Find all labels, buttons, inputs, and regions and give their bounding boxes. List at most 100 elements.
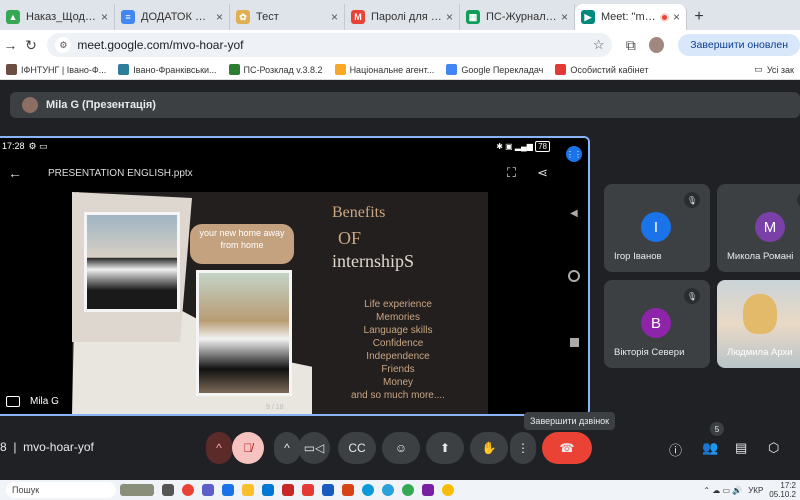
app-icon[interactable] xyxy=(302,484,314,496)
bookmark-item[interactable]: Google Перекладач xyxy=(446,64,543,75)
edge-icon[interactable] xyxy=(362,484,374,496)
task-view-icon[interactable] xyxy=(162,484,174,496)
ppt-filename: PRESENTATION ENGLISH.pptx xyxy=(48,167,193,179)
signal-battery-icon: ✱ ▣ ▂▄▆ 78 xyxy=(496,140,550,152)
present-button[interactable]: ⬆ xyxy=(426,432,464,464)
new-tab-icon[interactable]: + xyxy=(687,4,711,30)
phone-hangup-icon: ☎ xyxy=(559,441,575,455)
clock[interactable]: 17:2 05.10.2 xyxy=(769,481,796,499)
update-button[interactable]: Завершити оновлен xyxy=(678,34,800,56)
phone-status-bar: 17:28 ⚙ ▭ ✱ ▣ ▂▄▆ 78 xyxy=(0,138,560,154)
camera-icon: ▭◁ xyxy=(303,441,325,455)
browser-tab[interactable]: M Паролі для самор × xyxy=(345,4,460,30)
bookmark-star-icon[interactable]: ☆ xyxy=(593,37,605,53)
participant-video-tile[interactable]: Людмила Архи xyxy=(717,280,800,368)
browser-tab[interactable]: ▲ Наказ_Щодо под... × xyxy=(0,4,115,30)
site-info-icon[interactable]: ⚙ xyxy=(55,37,72,53)
extensions-icon[interactable]: ⧉ xyxy=(620,37,641,54)
close-tab-icon[interactable]: × xyxy=(216,10,223,24)
people-icon[interactable]: 👥 xyxy=(702,440,718,456)
participant-avatar: В xyxy=(641,308,671,338)
app-icon[interactable] xyxy=(262,484,274,496)
bookmark-icon xyxy=(118,64,130,75)
bookmark-item[interactable]: Особистий кабінет xyxy=(555,64,648,75)
captions-button[interactable]: CC xyxy=(338,432,376,464)
app-icon[interactable] xyxy=(422,484,434,496)
tab-bar: ▲ Наказ_Щодо под... × ≡ ДОДАТОК 6 Заоч × ✿ Те… xyxy=(0,0,800,30)
word-icon[interactable] xyxy=(322,484,334,496)
pdf-icon[interactable] xyxy=(282,484,294,496)
browser-tab[interactable]: ≡ ДОДАТОК 6 Заоч × xyxy=(115,4,230,30)
phone-time: 17:28 xyxy=(2,141,25,151)
explorer-icon[interactable] xyxy=(242,484,254,496)
participant-tile[interactable]: 🎙 В Вікторія Севери xyxy=(604,280,710,368)
mic-toggle-button[interactable]: 🎙̸ xyxy=(232,432,264,464)
tab-title: ДОДАТОК 6 Заоч xyxy=(141,11,212,23)
close-tab-icon[interactable]: × xyxy=(561,10,568,24)
reload-icon[interactable]: ↻ xyxy=(21,37,42,54)
tab-favicon-icon: ✿ xyxy=(236,10,250,24)
tab-favicon-icon: ≡ xyxy=(121,10,135,24)
slide-title-line: Benefits xyxy=(332,204,386,221)
profile-avatar[interactable] xyxy=(649,37,665,53)
app-icon[interactable] xyxy=(342,484,354,496)
end-call-tooltip: Завершити дзвінок xyxy=(524,412,616,430)
present-icon xyxy=(6,396,20,407)
camera-options-button[interactable]: ^ xyxy=(274,432,300,464)
nav-home-icon xyxy=(568,270,580,282)
mic-off-icon: 🎙̸ xyxy=(243,441,253,455)
chrome-icon[interactable] xyxy=(442,484,454,496)
mic-options-button[interactable]: ^ xyxy=(206,432,232,464)
bookmark-item[interactable]: ІФНТУНГ | Івано-Ф... xyxy=(6,64,106,75)
tab-title: Meet: "mvo-h xyxy=(601,11,658,23)
url-text: meet.google.com/mvo-hoar-yof xyxy=(77,38,244,52)
teams-icon[interactable] xyxy=(202,484,214,496)
presentation-tile[interactable]: 17:28 ⚙ ▭ ✱ ▣ ▂▄▆ 78 ← PRESENTATION ENGL… xyxy=(0,136,590,416)
telegram-icon[interactable] xyxy=(382,484,394,496)
more-options-button[interactable]: ⋮ xyxy=(510,432,536,464)
close-tab-icon[interactable]: × xyxy=(673,10,680,24)
browser-tab[interactable]: ✿ Тест × xyxy=(230,4,345,30)
chrome-icon[interactable] xyxy=(182,484,194,496)
bookmarks-bar: ІФНТУНГ | Івано-Ф... Івано-Франківськи..… xyxy=(0,60,800,80)
all-bookmarks[interactable]: ▭ Усі зак xyxy=(754,64,794,75)
tile-label: Mila G xyxy=(6,396,59,407)
address-bar-row: → ↻ ⚙ meet.google.com/mvo-hoar-yof ☆ ⧉ З… xyxy=(0,30,800,60)
chat-icon[interactable]: ▤ xyxy=(735,440,747,456)
benefit-item: Memories xyxy=(376,312,420,323)
browser-tab-active[interactable]: ▶ Meet: "mvo-h × xyxy=(575,4,687,30)
slide-title: Benefits OF internshipS xyxy=(332,204,414,272)
tab-title: ПС-Журнал успіш xyxy=(486,11,557,23)
participant-tile[interactable]: 🎙 М Микола Романі xyxy=(717,184,800,272)
language-indicator[interactable]: УКР xyxy=(748,486,763,495)
tray-icons[interactable]: ⌃ ☁ ▭ 🔊 xyxy=(703,486,742,495)
info-icon[interactable]: ⓘ xyxy=(669,440,682,459)
forward-icon[interactable]: → xyxy=(0,37,21,53)
bookmark-item[interactable]: Івано-Франківськи... xyxy=(118,64,217,75)
fullscreen-icon: ⛶ xyxy=(506,165,516,180)
present-screen-icon: ⬆ xyxy=(439,441,451,455)
slide: your new home away from home Benefits OF… xyxy=(72,192,488,414)
wallpaper-widget-icon[interactable] xyxy=(120,484,154,496)
taskbar-search[interactable]: Пошук xyxy=(6,482,116,498)
camera-toggle-button[interactable]: ▭◁ xyxy=(298,432,330,464)
chrome-icon[interactable] xyxy=(402,484,414,496)
bookmark-item[interactable]: Національне агент... xyxy=(334,64,434,75)
close-tab-icon[interactable]: × xyxy=(446,10,453,24)
raise-hand-button[interactable]: ✋ xyxy=(470,432,508,464)
benefit-list: Life experience Memories Language skills… xyxy=(328,298,468,402)
close-tab-icon[interactable]: × xyxy=(331,10,338,24)
activities-icon[interactable]: ⬡ xyxy=(768,440,779,456)
browser-tab[interactable]: ▦ ПС-Журнал успіш × xyxy=(460,4,575,30)
participant-tile[interactable]: 🎙 І Ігор Іванов xyxy=(604,184,710,272)
presenter-label: Mila G (Презентація) xyxy=(46,99,156,111)
tab-favicon-icon: ▲ xyxy=(6,10,20,24)
participant-video xyxy=(743,294,777,334)
mic-off-icon: 🎙 xyxy=(684,288,700,304)
reactions-button[interactable]: ☺ xyxy=(382,432,420,464)
bookmark-item[interactable]: ПС-Розклад v.3.8.2 xyxy=(228,64,323,75)
end-call-button[interactable]: ☎ xyxy=(542,432,592,464)
save-icon[interactable] xyxy=(222,484,234,496)
url-field[interactable]: ⚙ meet.google.com/mvo-hoar-yof ☆ xyxy=(47,33,613,57)
close-tab-icon[interactable]: × xyxy=(101,10,108,24)
